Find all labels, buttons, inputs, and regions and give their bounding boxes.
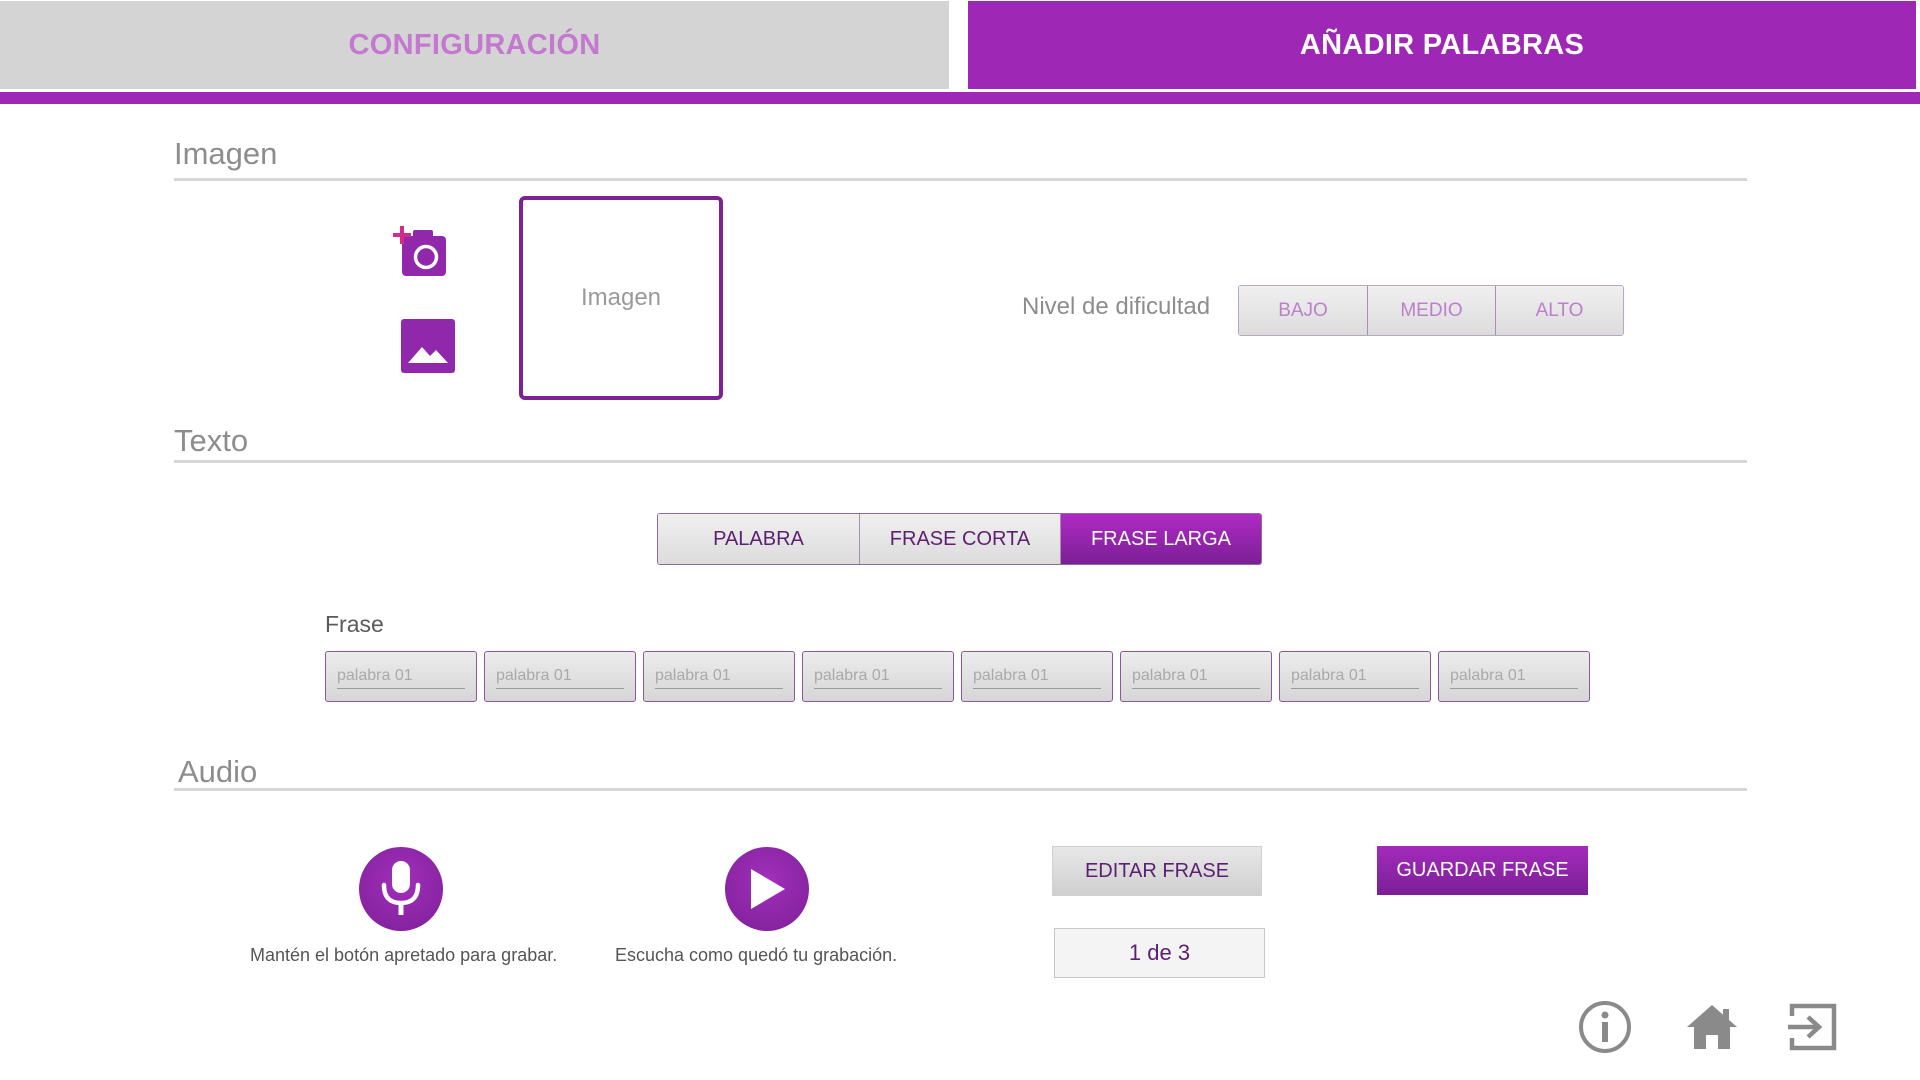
tab-configuracion[interactable]: CONFIGURACIÓN — [0, 1, 949, 89]
difficulty-selector: BAJO MEDIO ALTO — [1238, 285, 1624, 336]
phrase-word-fields: palabra 01 palabra 01 palabra 01 palabra… — [325, 651, 1590, 702]
home-icon[interactable] — [1685, 1003, 1739, 1056]
text-type-frase-corta-button[interactable]: FRASE CORTA — [859, 514, 1060, 564]
section-divider-audio — [174, 788, 1747, 791]
info-icon[interactable] — [1578, 1000, 1632, 1059]
play-button[interactable] — [725, 847, 809, 931]
tab-anadir-palabras[interactable]: AÑADIR PALABRAS — [968, 1, 1916, 89]
section-divider-texto — [174, 460, 1747, 463]
difficulty-bajo-button[interactable]: BAJO — [1239, 286, 1367, 335]
word-field-placeholder: palabra 01 — [814, 667, 890, 684]
image-gallery-icon[interactable] — [401, 319, 455, 378]
difficulty-medio-button[interactable]: MEDIO — [1367, 286, 1495, 335]
record-button[interactable] — [359, 847, 443, 931]
word-field-8[interactable]: palabra 01 — [1438, 651, 1590, 702]
save-phrase-button[interactable]: GUARDAR FRASE — [1377, 846, 1588, 895]
add-words-screen: CONFIGURACIÓN AÑADIR PALABRAS Imagen Ima… — [0, 0, 1920, 1080]
word-field-placeholder: palabra 01 — [973, 667, 1049, 684]
section-title-imagen: Imagen — [174, 136, 278, 171]
word-field-placeholder: palabra 01 — [337, 667, 413, 684]
phrase-counter: 1 de 3 — [1054, 928, 1265, 978]
image-preview-box[interactable]: Imagen — [519, 196, 723, 400]
word-field-placeholder: palabra 01 — [1450, 667, 1526, 684]
word-field-6[interactable]: palabra 01 — [1120, 651, 1272, 702]
word-field-7[interactable]: palabra 01 — [1279, 651, 1431, 702]
play-hint: Escucha como quedó tu grabación. — [615, 945, 898, 965]
word-field-4[interactable]: palabra 01 — [802, 651, 954, 702]
word-field-2[interactable]: palabra 01 — [484, 651, 636, 702]
word-field-1[interactable]: palabra 01 — [325, 651, 477, 702]
section-divider-imagen — [174, 178, 1747, 181]
edit-phrase-button[interactable]: EDITAR FRASE — [1052, 846, 1262, 896]
tab-underline — [0, 92, 1920, 104]
difficulty-alto-button[interactable]: ALTO — [1495, 286, 1623, 335]
text-type-selector: PALABRA FRASE CORTA FRASE LARGA — [657, 513, 1262, 565]
word-field-placeholder: palabra 01 — [1291, 667, 1367, 684]
record-hint: Mantén el botón apretado para grabar. — [250, 945, 558, 965]
image-placeholder-label: Imagen — [580, 284, 662, 311]
section-title-texto: Texto — [174, 423, 249, 458]
word-field-5[interactable]: palabra 01 — [961, 651, 1113, 702]
word-field-placeholder: palabra 01 — [496, 667, 572, 684]
microphone-icon — [381, 861, 421, 915]
text-type-palabra-button[interactable]: PALABRA — [658, 514, 859, 564]
word-field-3[interactable]: palabra 01 — [643, 651, 795, 702]
text-type-frase-larga-button[interactable]: FRASE LARGA — [1060, 514, 1261, 564]
difficulty-label: Nivel de dificultad — [1022, 293, 1211, 320]
word-field-placeholder: palabra 01 — [655, 667, 731, 684]
add-photo-camera-icon[interactable] — [393, 226, 455, 287]
exit-icon[interactable] — [1786, 1002, 1838, 1057]
word-field-placeholder: palabra 01 — [1132, 667, 1208, 684]
section-title-audio: Audio — [178, 754, 258, 789]
frase-label: Frase — [325, 611, 384, 637]
play-icon — [751, 869, 785, 909]
